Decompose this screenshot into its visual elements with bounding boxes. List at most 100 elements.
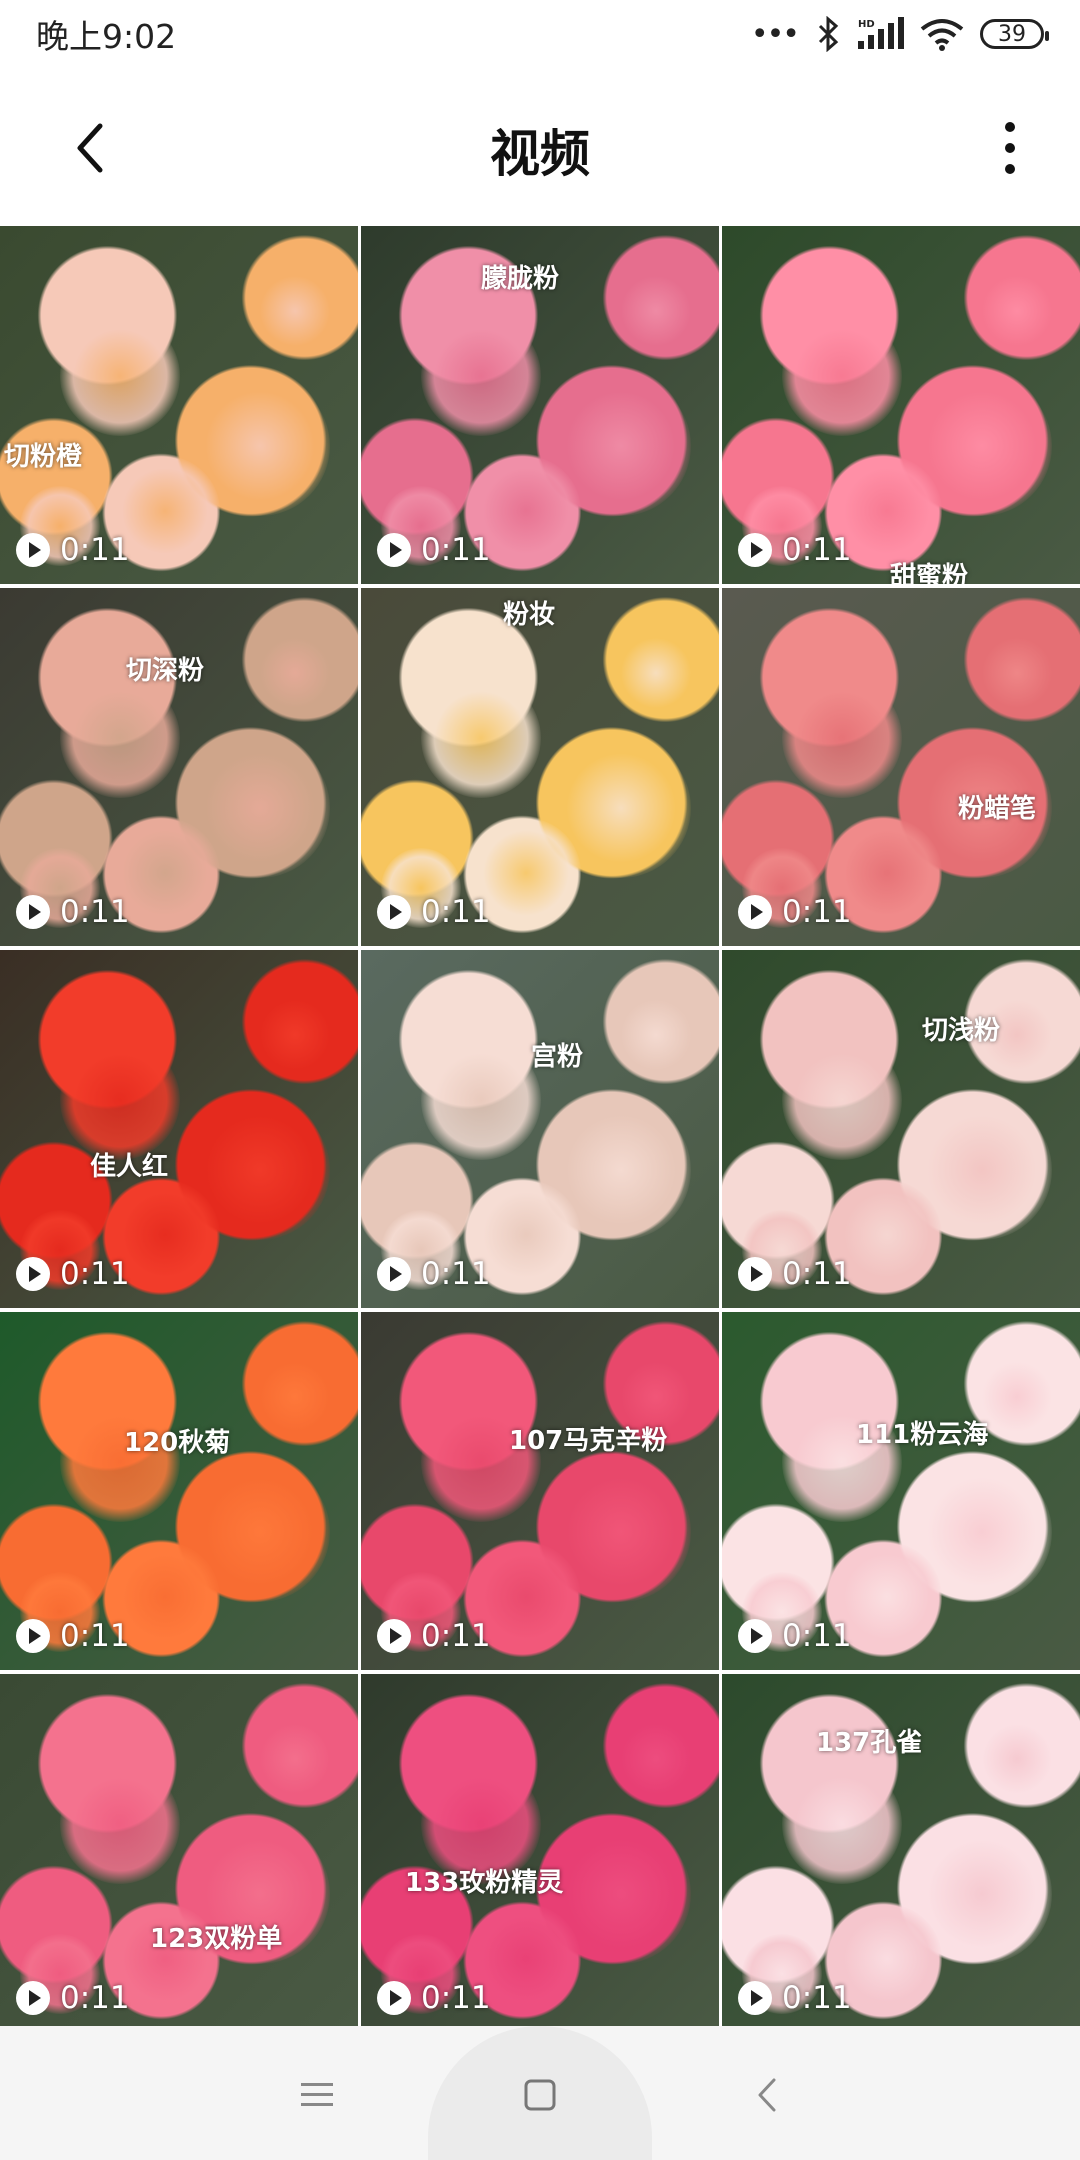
video-label: 粉蜡笔 bbox=[958, 794, 1037, 824]
battery-indicator: 39 bbox=[980, 19, 1049, 49]
signal-icon: HD bbox=[858, 17, 904, 49]
video-thumbnail[interactable]: 佳人红 0:11 bbox=[0, 950, 358, 1308]
app-header: 视频 bbox=[0, 68, 1080, 226]
video-label: 粉妆 bbox=[503, 600, 556, 630]
video-label: 107马克辛粉 bbox=[509, 1426, 668, 1456]
flower-shape bbox=[250, 1714, 340, 1804]
play-icon bbox=[16, 533, 50, 567]
duration-text: 0:11 bbox=[782, 894, 852, 930]
status-icons: ••• HD 39 bbox=[750, 12, 1049, 56]
flower-shape bbox=[250, 266, 340, 356]
flower-shape bbox=[782, 1040, 902, 1160]
flower-shape bbox=[782, 678, 902, 798]
flower-shape bbox=[972, 1714, 1062, 1804]
flower-shape bbox=[611, 266, 701, 356]
video-label: 120秋菊 bbox=[124, 1428, 231, 1458]
flower-shape bbox=[250, 990, 340, 1080]
play-icon bbox=[377, 1619, 411, 1653]
square-home-icon bbox=[524, 2079, 556, 2111]
video-thumbnail[interactable]: 107马克辛粉 0:11 bbox=[361, 1312, 719, 1670]
battery-level: 39 bbox=[998, 21, 1026, 47]
duration-text: 0:11 bbox=[782, 532, 852, 568]
video-label: 甜蜜粉 bbox=[890, 562, 969, 584]
video-duration: 0:11 bbox=[377, 532, 491, 568]
flower-shape bbox=[60, 678, 180, 798]
video-label: 朦胧粉 bbox=[481, 264, 560, 294]
video-duration: 0:11 bbox=[377, 1618, 491, 1654]
play-icon bbox=[738, 533, 772, 567]
wifi-icon bbox=[920, 19, 964, 51]
video-thumbnail[interactable]: 111粉云海 0:11 bbox=[722, 1312, 1080, 1670]
video-label: 133玫粉精灵 bbox=[405, 1868, 564, 1898]
video-thumbnail[interactable]: 切粉橙 0:11 bbox=[0, 226, 358, 584]
flower-shape bbox=[611, 990, 701, 1080]
system-nav-bar bbox=[0, 2026, 1080, 2160]
video-duration: 0:11 bbox=[738, 894, 852, 930]
play-icon bbox=[16, 1257, 50, 1291]
video-grid: 切粉橙 0:11 朦胧粉 0:11 甜蜜粉 0:11 切深粉 0:11 粉妆 0:11 粉蜡笔 0:1… bbox=[0, 226, 1080, 2032]
duration-text: 0:11 bbox=[782, 1256, 852, 1292]
video-duration: 0:11 bbox=[738, 1980, 852, 2016]
video-duration: 0:11 bbox=[16, 532, 130, 568]
nav-menu-button[interactable] bbox=[272, 2050, 362, 2140]
video-duration: 0:11 bbox=[16, 1618, 130, 1654]
video-thumbnail[interactable]: 120秋菊 0:11 bbox=[0, 1312, 358, 1670]
play-icon bbox=[738, 1257, 772, 1291]
video-thumbnail[interactable]: 切浅粉 0:11 bbox=[722, 950, 1080, 1308]
flower-shape bbox=[611, 1714, 701, 1804]
duration-text: 0:11 bbox=[421, 1256, 491, 1292]
video-label: 佳人红 bbox=[90, 1152, 169, 1182]
page-title: 视频 bbox=[490, 125, 590, 183]
video-duration: 0:11 bbox=[16, 894, 130, 930]
flower-shape bbox=[782, 1764, 902, 1884]
video-label: 111粉云海 bbox=[856, 1420, 989, 1450]
duration-text: 0:11 bbox=[782, 1980, 852, 2016]
nav-home-button[interactable] bbox=[495, 2050, 585, 2140]
flower-shape bbox=[60, 1402, 180, 1522]
more-options-button[interactable] bbox=[970, 108, 1050, 188]
flower-shape bbox=[421, 316, 541, 436]
video-thumbnail[interactable]: 133玫粉精灵 0:11 bbox=[361, 1674, 719, 2032]
duration-text: 0:11 bbox=[60, 1256, 130, 1292]
video-duration: 0:11 bbox=[738, 1256, 852, 1292]
duration-text: 0:11 bbox=[421, 1980, 491, 2016]
video-thumbnail[interactable]: 粉妆 0:11 bbox=[361, 588, 719, 946]
flower-shape bbox=[60, 1764, 180, 1884]
duration-text: 0:11 bbox=[60, 894, 130, 930]
video-duration: 0:11 bbox=[16, 1256, 130, 1292]
play-icon bbox=[16, 1981, 50, 2015]
duration-text: 0:11 bbox=[60, 1980, 130, 2016]
video-thumbnail[interactable]: 切深粉 0:11 bbox=[0, 588, 358, 946]
duration-text: 0:11 bbox=[60, 532, 130, 568]
video-duration: 0:11 bbox=[738, 532, 852, 568]
video-thumbnail[interactable]: 粉蜡笔 0:11 bbox=[722, 588, 1080, 946]
video-thumbnail[interactable]: 123双粉单 0:11 bbox=[0, 1674, 358, 2032]
duration-text: 0:11 bbox=[421, 894, 491, 930]
flower-shape bbox=[972, 628, 1062, 718]
video-label: 切粉橙 bbox=[4, 442, 83, 472]
play-icon bbox=[738, 895, 772, 929]
play-icon bbox=[377, 1981, 411, 2015]
status-bar: 晚上9:02 ••• HD 39 bbox=[0, 0, 1080, 68]
nav-back-button[interactable] bbox=[722, 2050, 812, 2140]
notification-dots-icon: ••• bbox=[750, 16, 800, 52]
play-icon bbox=[377, 1257, 411, 1291]
play-icon bbox=[738, 1619, 772, 1653]
video-thumbnail[interactable]: 宫粉 0:11 bbox=[361, 950, 719, 1308]
status-time: 晚上9:02 bbox=[36, 17, 177, 56]
duration-text: 0:11 bbox=[421, 532, 491, 568]
video-duration: 0:11 bbox=[738, 1618, 852, 1654]
video-label: 123双粉单 bbox=[150, 1924, 283, 1954]
video-thumbnail[interactable]: 甜蜜粉 0:11 bbox=[722, 226, 1080, 584]
duration-text: 0:11 bbox=[60, 1618, 130, 1654]
video-thumbnail[interactable]: 137孔雀 0:11 bbox=[722, 1674, 1080, 2032]
video-label: 137孔雀 bbox=[816, 1728, 923, 1758]
flower-shape bbox=[972, 266, 1062, 356]
video-thumbnail[interactable]: 朦胧粉 0:11 bbox=[361, 226, 719, 584]
play-icon bbox=[16, 1619, 50, 1653]
video-duration: 0:11 bbox=[377, 1980, 491, 2016]
flower-shape bbox=[250, 1352, 340, 1442]
video-duration: 0:11 bbox=[16, 1980, 130, 2016]
flower-shape bbox=[250, 628, 340, 718]
play-icon bbox=[377, 895, 411, 929]
